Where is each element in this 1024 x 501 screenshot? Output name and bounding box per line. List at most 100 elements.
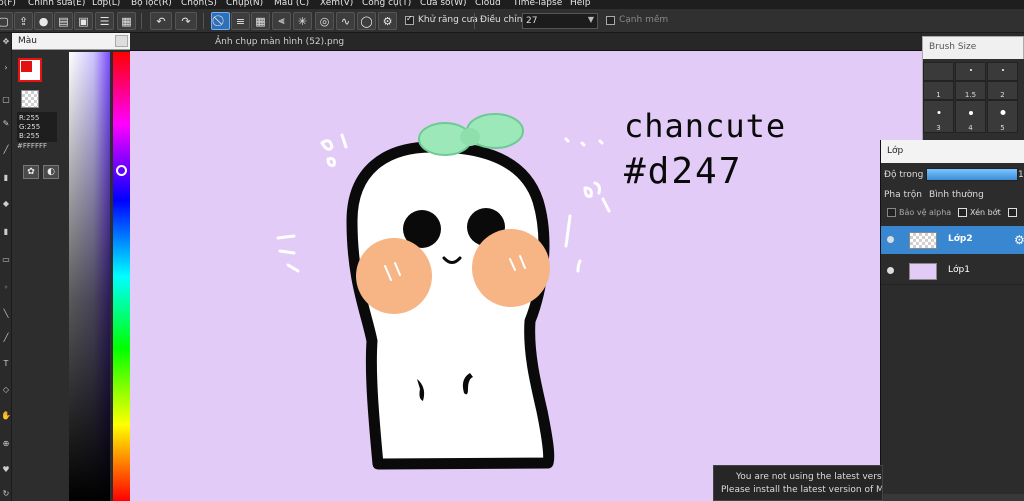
layer-panel-header: Lớp — [881, 140, 1024, 163]
blend-mode-select[interactable]: Bình thường — [929, 190, 984, 200]
canvas-artwork: chancute #d247 — [276, 107, 785, 470]
grid-icon[interactable]: ▦ — [117, 12, 136, 30]
menu-view[interactable]: Xem(V) — [320, 0, 353, 8]
toolbar-separator — [203, 13, 204, 29]
perspective-icon[interactable]: ⫷ — [272, 12, 291, 30]
color-history-icon[interactable]: ◐ — [43, 165, 59, 179]
brush-size-option[interactable]: 5 — [987, 100, 1018, 133]
grid-snap-icon[interactable]: ▦ — [251, 12, 270, 30]
dropper-tool-icon[interactable]: ╱ — [1, 333, 11, 343]
close-icon[interactable] — [115, 35, 128, 47]
hue-slider-handle[interactable] — [116, 165, 127, 176]
select-tool-icon[interactable]: ▢ — [1, 95, 11, 105]
zoom-tool-icon[interactable]: ⊕ — [1, 439, 11, 449]
brush-size-option[interactable] — [955, 62, 986, 81]
document-tab[interactable]: Ảnh chụp màn hình (52).png — [215, 37, 344, 47]
menu-file[interactable]: p(F) — [0, 0, 16, 8]
brush-size-option[interactable]: 4 — [955, 100, 986, 133]
speech-bubble-icon[interactable]: ● — [34, 12, 53, 30]
hand-tool-icon[interactable]: ✋ — [1, 411, 11, 421]
color-panel-title: Màu — [18, 36, 37, 46]
shape-tool-icon[interactable]: ▭ — [1, 255, 11, 265]
brush-size-option[interactable] — [923, 62, 954, 81]
image-icon[interactable]: ▣ — [74, 12, 93, 30]
opacity-slider[interactable] — [926, 168, 1018, 181]
left-cheek — [356, 238, 432, 314]
radial-lines-icon[interactable]: ✳ — [293, 12, 312, 30]
brush-size-option[interactable] — [987, 62, 1018, 81]
blur-tool-icon[interactable]: ◦ — [1, 283, 11, 293]
eye-icon[interactable] — [887, 267, 894, 274]
update-notification[interactable]: You are not using the latest vers Please… — [713, 465, 883, 501]
brush-size-grid: 1 1.5 2 3 4 5 — [923, 59, 1024, 147]
handwriting-line-2: #d247 — [624, 151, 742, 192]
rotate-tool-icon[interactable]: ↻ — [1, 489, 11, 499]
move-tool-icon[interactable]: ✥ — [1, 37, 11, 47]
brush-size-option[interactable]: 2 — [987, 81, 1018, 100]
protect-alpha-checkbox[interactable] — [887, 208, 896, 217]
eye-icon[interactable] — [887, 236, 894, 243]
transparent-color-swatch[interactable] — [21, 90, 39, 108]
lasso-tool-icon[interactable]: ◇ — [1, 385, 11, 395]
saturation-value-picker[interactable] — [69, 52, 110, 501]
hex-value[interactable]: #FFFFFF — [17, 142, 57, 150]
snap-off-icon[interactable]: ⃠ — [211, 12, 230, 30]
brush-tool-icon[interactable]: ╱ — [1, 145, 11, 155]
menu-cloud[interactable]: Cloud — [475, 0, 501, 8]
curve-icon[interactable]: ∿ — [336, 12, 355, 30]
list-icon[interactable]: ☰ — [95, 12, 114, 30]
brush-size-option[interactable]: 1.5 — [955, 81, 986, 100]
circle-snap-icon[interactable]: ◯ — [357, 12, 376, 30]
foreground-color-swatch[interactable] — [20, 60, 33, 73]
antialias-checkbox[interactable] — [405, 14, 414, 25]
comment-icon[interactable]: ▤ — [54, 12, 73, 30]
notice-line-2: Please install the latest version of M — [721, 485, 883, 495]
heart-tool-icon[interactable]: ♥ — [1, 465, 11, 475]
notice-line-1: You are not using the latest vers — [736, 472, 882, 482]
menu-capture[interactable]: Chụp(N) — [226, 0, 263, 8]
menu-filter[interactable]: Bộ lọc(R) — [131, 0, 172, 8]
blend-mode-label: Pha trộn — [884, 190, 922, 200]
rgb-readout: R:255 G:255 B:255 — [17, 112, 57, 142]
layer-panel: Lớp Độ trong 10 Pha trộn Bình thường Bảo… — [880, 140, 1024, 501]
redo-icon[interactable]: ↷ — [175, 12, 197, 30]
layer-row[interactable]: Lớp1 — [881, 257, 1024, 285]
menu-timelapse[interactable]: Time-lapse — [513, 0, 562, 8]
menu-tools[interactable]: Công cụ(T) — [362, 0, 411, 8]
parallel-ruler-icon[interactable]: ≡ — [231, 12, 250, 30]
arrow-tool-icon[interactable]: › — [1, 63, 11, 73]
new-file-icon[interactable]: ▢ — [0, 12, 13, 30]
layer-row[interactable]: Lớp2 — [881, 226, 1024, 254]
text-tool-icon[interactable]: T — [1, 359, 11, 369]
fill-tool-icon[interactable]: ◆ — [1, 199, 11, 209]
soft-edge-checkbox[interactable] — [606, 16, 615, 25]
clipping-checkbox[interactable] — [958, 208, 967, 217]
menu-help[interactable]: Help — [570, 0, 591, 8]
menu-layer[interactable]: Lớp(L) — [92, 0, 120, 8]
menu-edit[interactable]: Chỉnh sửa(E) — [28, 0, 85, 8]
gear-icon[interactable]: ⚙ — [1014, 233, 1024, 247]
menu-color[interactable]: Màu (C) — [274, 0, 309, 8]
brush-size-option[interactable]: 3 — [923, 100, 954, 133]
stabilizer-select[interactable]: 27 ▼ — [522, 13, 598, 29]
opacity-label: Độ trong — [884, 170, 924, 180]
eraser-tool-icon[interactable]: ▮ — [1, 173, 11, 183]
palette-icon[interactable]: ✿ — [23, 165, 39, 179]
pen-tool-icon[interactable]: ✎ — [1, 119, 11, 129]
rgb-red-value: R:255 — [19, 114, 40, 122]
lock-checkbox[interactable] — [1008, 208, 1017, 217]
gradient-tool-icon[interactable]: ▮ — [1, 227, 11, 237]
rgb-blue-value: B:255 — [19, 132, 40, 140]
share-icon[interactable]: ⇪ — [14, 12, 33, 30]
menu-select[interactable]: Chọn(S) — [181, 0, 217, 8]
hue-slider[interactable] — [113, 52, 130, 501]
undo-icon[interactable]: ↶ — [150, 12, 172, 30]
document-tab-bar: Ảnh chụp màn hình (52).png — [130, 33, 922, 51]
concentric-circle-icon[interactable]: ◎ — [315, 12, 334, 30]
menu-window[interactable]: Cửa sổ(W) — [420, 0, 466, 8]
drawing-canvas[interactable]: chancute #d247 — [130, 51, 922, 501]
smudge-tool-icon[interactable]: ╲ — [1, 309, 11, 319]
brush-size-option[interactable]: 1 — [923, 81, 954, 100]
gear-snap-icon[interactable]: ⚙ — [378, 12, 397, 30]
antialias-label: Khử răng cưa — [418, 15, 478, 25]
